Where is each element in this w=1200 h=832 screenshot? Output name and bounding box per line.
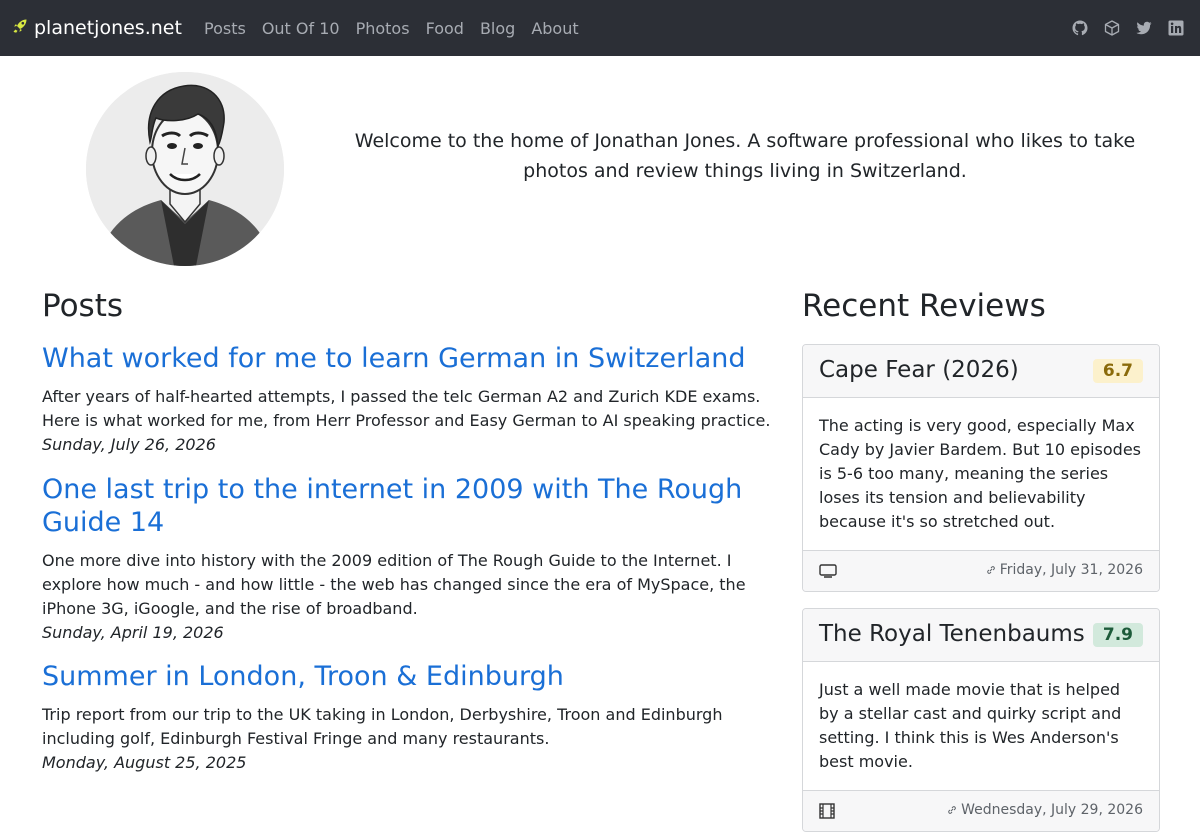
posts-heading: Posts [42, 288, 124, 324]
review-card: The Royal Tenenbaums 7.9 Just a well mad… [802, 608, 1160, 832]
linkedin-icon[interactable] [1168, 20, 1184, 36]
review-date: Wednesday, July 29, 2026 [947, 802, 1143, 818]
review-date-text[interactable]: Friday, July 31, 2026 [1000, 562, 1143, 578]
nav-out-of-10[interactable]: Out Of 10 [262, 19, 340, 38]
post-date: Sunday, April 19, 2026 [42, 623, 224, 642]
post-excerpt: Trip report from our trip to the UK taki… [42, 705, 723, 748]
nav-food[interactable]: Food [426, 19, 464, 38]
social-links [1056, 0, 1184, 56]
review-card: Cape Fear (2026) 6.7 The acting is very … [802, 344, 1160, 592]
review-date: Friday, July 31, 2026 [986, 562, 1143, 578]
review-title[interactable]: Cape Fear (2026) [819, 357, 1019, 383]
nav-photos[interactable]: Photos [356, 19, 410, 38]
post-excerpt: One more dive into history with the 2009… [42, 551, 746, 618]
post-excerpt: After years of half-hearted attempts, I … [42, 387, 771, 430]
post-item: One last trip to the internet in 2009 wi… [42, 473, 772, 645]
brand-text: planetjones.net [34, 17, 182, 39]
navbar: planetjones.net Posts Out Of 10 Photos F… [0, 0, 1200, 56]
twitter-icon[interactable] [1136, 20, 1152, 36]
avatar [86, 72, 284, 266]
review-score-badge: 7.9 [1092, 623, 1143, 647]
post-title-link[interactable]: One last trip to the internet in 2009 wi… [42, 473, 772, 539]
reviews-heading: Recent Reviews [802, 288, 1046, 324]
review-score-badge: 6.7 [1092, 359, 1143, 383]
brand-link[interactable]: planetjones.net [12, 0, 182, 56]
nav-blog[interactable]: Blog [480, 19, 515, 38]
review-title[interactable]: The Royal Tenenbaums [819, 621, 1085, 647]
tv-icon [819, 563, 837, 582]
post-item: Summer in London, Troon & Edinburgh Trip… [42, 660, 772, 775]
review-card-footer: Wednesday, July 29, 2026 [803, 790, 1159, 831]
review-date-text[interactable]: Wednesday, July 29, 2026 [961, 802, 1143, 818]
link-icon [948, 806, 956, 814]
rocket-icon [12, 17, 34, 39]
link-icon [986, 566, 995, 574]
post-title-link[interactable]: Summer in London, Troon & Edinburgh [42, 660, 772, 693]
post-date: Sunday, July 26, 2026 [42, 435, 216, 454]
cube-icon[interactable] [1104, 20, 1120, 36]
film-icon [819, 803, 835, 823]
nav-posts[interactable]: Posts [204, 19, 246, 38]
review-card-footer: Friday, July 31, 2026 [803, 550, 1159, 591]
review-card-header: The Royal Tenenbaums 7.9 [803, 609, 1159, 662]
post-item: What worked for me to learn German in Sw… [42, 342, 772, 457]
review-text: The acting is very good, especially Max … [819, 416, 1142, 531]
main-nav: Posts Out Of 10 Photos Food Blog About [196, 0, 587, 56]
review-text: Just a well made movie that is helped by… [819, 680, 1122, 771]
review-card-header: Cape Fear (2026) 6.7 [803, 345, 1159, 398]
post-title-link[interactable]: What worked for me to learn German in Sw… [42, 342, 772, 375]
intro-text: Welcome to the home of Jonathan Jones. A… [354, 130, 1136, 182]
post-date: Monday, August 25, 2025 [42, 753, 247, 772]
github-icon[interactable] [1072, 20, 1088, 36]
nav-about[interactable]: About [531, 19, 578, 38]
